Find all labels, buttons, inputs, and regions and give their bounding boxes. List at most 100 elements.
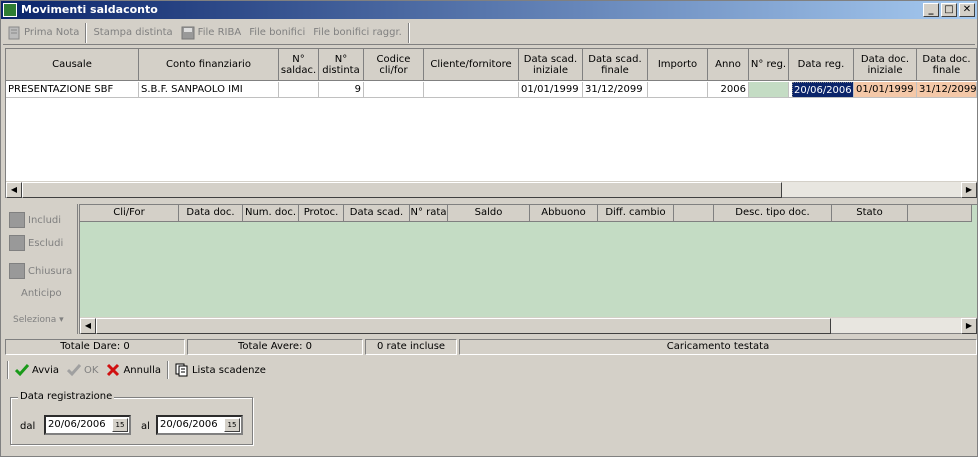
table-cell[interactable]: 20/06/2006 [789, 82, 854, 98]
column-header[interactable]: Num. doc. [243, 205, 299, 222]
escludi-icon [9, 235, 25, 251]
column-header[interactable]: N° distinta [319, 49, 364, 81]
column-header[interactable]: N° rata [410, 205, 448, 222]
chiusura-icon [9, 263, 25, 279]
table-cell[interactable] [364, 82, 424, 98]
maximize-button[interactable]: □ [941, 3, 957, 17]
file-bonifici-raggr-label: File bonifici raggr. [313, 27, 402, 38]
minimize-button[interactable]: _ [923, 3, 939, 17]
column-header[interactable]: N° reg. [749, 49, 789, 81]
close-button[interactable]: ✕ [959, 3, 975, 17]
scroll-left-button[interactable]: ◀ [6, 182, 22, 198]
column-header[interactable]: Protoc. [299, 205, 344, 222]
table-cell[interactable] [424, 82, 519, 98]
column-header[interactable]: Data scad. [344, 205, 410, 222]
file-riba-button[interactable]: File RIBA [177, 22, 246, 44]
anticipo-label: Anticipo [21, 288, 62, 299]
table-cell[interactable]: PRESENTAZIONE SBF [6, 82, 139, 98]
annulla-button[interactable]: Annulla [102, 359, 165, 381]
column-header[interactable]: Conto finanziario [139, 49, 279, 81]
anticipo-button[interactable]: Anticipo [21, 288, 62, 299]
floppy-icon [181, 26, 195, 39]
dal-date-field[interactable]: 20/06/2006 15 [44, 415, 131, 435]
avvia-button[interactable]: Avvia [11, 359, 63, 381]
includi-button[interactable]: Includi [9, 212, 61, 228]
prima-nota-label: Prima Nota [24, 27, 80, 38]
includi-icon [9, 212, 25, 228]
table-cell[interactable] [279, 82, 319, 98]
horizontal-scrollbar[interactable]: ◀ ▶ [6, 181, 977, 198]
column-header[interactable]: Importo [648, 49, 708, 81]
column-header[interactable]: Causale [6, 49, 139, 81]
annulla-label: Annulla [123, 364, 161, 376]
column-header[interactable]: Codice cli/for [364, 49, 424, 81]
avvia-label: Avvia [32, 364, 59, 376]
scadenze-grid[interactable]: Cli/For Data doc. Num. doc. Protoc. Data… [79, 204, 978, 334]
column-header[interactable]: Stato [832, 205, 908, 222]
seleziona-dropdown[interactable]: Seleziona ▾ [13, 315, 64, 325]
column-header[interactable] [674, 205, 714, 222]
file-bonifici-button[interactable]: File bonifici [245, 22, 309, 44]
column-header[interactable]: Diff. cambio [598, 205, 674, 222]
caricamento-status: Caricamento testata [459, 339, 977, 355]
lista-scadenze-button[interactable]: Lista scadenze [171, 359, 270, 381]
al-date-field[interactable]: 20/06/2006 15 [156, 415, 243, 435]
scroll-right-button[interactable]: ▶ [961, 182, 977, 198]
action-toolbar: Avvia OK Annulla Lista scadenze [5, 359, 270, 381]
prima-nota-button[interactable]: Prima Nota [3, 22, 83, 44]
dal-label: dal [20, 421, 36, 432]
table-cell[interactable]: 01/01/1999 [519, 82, 583, 98]
al-value: 20/06/2006 [160, 419, 218, 430]
app-icon [3, 3, 17, 17]
table-cell[interactable]: 2006 [708, 82, 749, 98]
ok-label: OK [84, 364, 99, 376]
chiusura-label: Chiusura [28, 265, 73, 277]
totale-dare-status: Totale Dare: 0 [5, 339, 185, 355]
saldaconto-grid[interactable]: Causale Conto finanziario N° saldac. N° … [5, 48, 978, 198]
file-riba-label: File RIBA [197, 27, 242, 38]
table-cell[interactable] [749, 82, 789, 98]
column-header[interactable]: Desc. tipo doc. [714, 205, 832, 222]
escludi-label: Escludi [28, 237, 64, 249]
chiusura-button[interactable]: Chiusura [9, 263, 72, 279]
stampa-distinta-label: Stampa distinta [93, 27, 173, 38]
table-cell[interactable] [648, 82, 708, 98]
title-bar: Movimenti saldaconto _ □ ✕ [1, 1, 977, 19]
note-icon [8, 26, 20, 39]
column-header[interactable]: Data scad. finale [583, 49, 648, 81]
column-header[interactable]: N° saldac. [279, 49, 319, 81]
table-cell[interactable]: S.B.F. SANPAOLO IMI [139, 82, 279, 98]
column-header[interactable]: Data doc. iniziale [854, 49, 917, 81]
table-cell[interactable]: 31/12/2099 [583, 82, 648, 98]
calendar-icon[interactable]: 15 [112, 418, 128, 432]
calendar-icon[interactable]: 15 [224, 418, 240, 432]
totale-avere-status: Totale Avere: 0 [187, 339, 363, 355]
column-header[interactable]: Abbuono [530, 205, 598, 222]
table-cell[interactable]: 31/12/2099 [917, 82, 977, 98]
column-header[interactable] [908, 205, 972, 222]
column-header[interactable]: Data doc. finale [917, 49, 977, 81]
scroll-right-button[interactable]: ▶ [961, 318, 977, 334]
column-header[interactable]: Data scad. iniziale [519, 49, 583, 81]
escludi-button[interactable]: Escludi [9, 235, 63, 251]
column-header[interactable]: Data reg. [789, 49, 854, 81]
column-header[interactable]: Cli/For [80, 205, 179, 222]
list-icon [175, 363, 188, 377]
ok-button[interactable]: OK [63, 359, 102, 381]
data-registrazione-legend: Data registrazione [18, 391, 115, 402]
lista-scadenze-label: Lista scadenze [191, 364, 266, 376]
column-header[interactable]: Saldo [448, 205, 530, 222]
column-header[interactable]: Cliente/fornitore [424, 49, 519, 81]
scroll-thumb[interactable] [96, 318, 831, 334]
file-bonifici-raggr-button[interactable]: File bonifici raggr. [309, 22, 406, 44]
stampa-distinta-button[interactable]: Stampa distinta [89, 22, 176, 44]
column-header[interactable]: Data doc. [179, 205, 243, 222]
check-icon [67, 364, 81, 377]
scroll-left-button[interactable]: ◀ [80, 318, 96, 334]
column-header[interactable]: Anno [708, 49, 749, 81]
horizontal-scrollbar[interactable]: ◀ ▶ [80, 317, 977, 334]
table-cell[interactable]: 01/01/1999 [854, 82, 917, 98]
scroll-thumb[interactable] [22, 182, 782, 198]
includi-label: Includi [28, 214, 62, 226]
table-cell[interactable]: 9 [319, 82, 364, 98]
